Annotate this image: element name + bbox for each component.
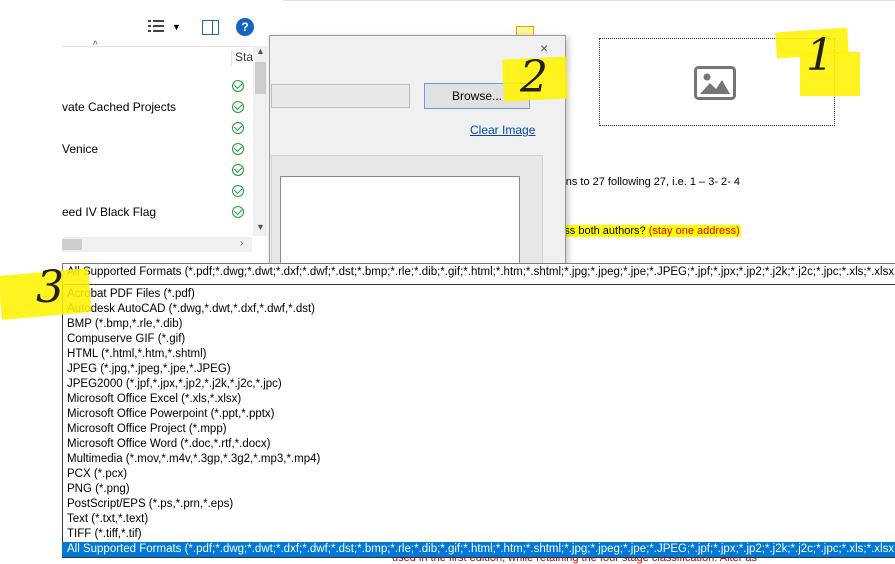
format-option[interactable]: PCX (*.pcx) xyxy=(62,467,895,482)
format-option[interactable]: Compuserve GIF (*.gif) xyxy=(62,332,895,347)
chevron-down-icon[interactable]: ▼ xyxy=(172,22,181,32)
scroll-right-icon[interactable]: › xyxy=(240,238,243,249)
format-option[interactable]: HTML (*.html,*.htm,*.shtml) xyxy=(62,347,895,362)
format-option[interactable]: BMP (*.bmp,*.rle,*.dib) xyxy=(62,317,895,332)
scrollbar-thumb[interactable] xyxy=(255,62,266,94)
checkmark-circle-icon xyxy=(232,206,244,218)
annotation-marker-2: 2 xyxy=(520,52,548,103)
view-options-icon[interactable] xyxy=(148,20,164,32)
format-option[interactable]: Microsoft Office Powerpoint (*.ppt,*.ppt… xyxy=(62,407,895,422)
horizontal-scrollbar[interactable] xyxy=(62,237,252,252)
annotation-marker-1: 1 xyxy=(806,30,834,81)
format-option[interactable]: Autodesk AutoCAD (*.dwg,*.dwt,*.dxf,*.dw… xyxy=(62,302,895,317)
checkmark-circle-icon xyxy=(232,80,244,92)
list-item[interactable]: vate Cached Projects xyxy=(62,100,176,114)
document-edge xyxy=(283,0,895,1)
clear-image-link[interactable]: Clear Image xyxy=(470,123,535,137)
preview-pane-icon[interactable] xyxy=(202,20,219,35)
format-option[interactable]: Microsoft Office Excel (*.xls,*.xlsx) xyxy=(62,392,895,407)
annotation-marker-3: 3 xyxy=(36,262,64,313)
format-option-selected[interactable]: All Supported Formats (*.pdf;*.dwg;*.dwt… xyxy=(62,542,895,557)
checkmark-circle-icon xyxy=(232,185,244,197)
image-icon xyxy=(694,66,736,100)
format-option[interactable]: TIFF (*.tiff,*.tif) xyxy=(62,527,895,542)
list-item[interactable]: Venice xyxy=(62,142,98,156)
format-option[interactable]: PostScript/EPS (*.ps,*.prn,*.eps) xyxy=(62,497,895,512)
document-highlighted-text: resss both authors? (stay one address) xyxy=(548,225,741,237)
list-item[interactable]: eed IV Black Flag xyxy=(62,205,156,219)
format-option[interactable]: Text (*.txt,*.text) xyxy=(62,512,895,527)
format-option[interactable]: Acrobat PDF Files (*.pdf) xyxy=(62,287,895,302)
format-option[interactable]: JPEG2000 (*.jpf,*.jpx,*.jp2,*.j2k,*.j2c,… xyxy=(62,377,895,392)
format-option[interactable]: Microsoft Office Word (*.doc,*.rtf,*.doc… xyxy=(62,437,895,452)
document-text-red: (stay one address) xyxy=(648,225,740,237)
scroll-up-icon[interactable]: ▲ xyxy=(256,46,265,56)
format-option[interactable]: Microsoft Office Project (*.mpp) xyxy=(62,422,895,437)
checkmark-circle-icon xyxy=(232,143,244,155)
format-option[interactable]: Multimedia (*.mov,*.m4v,*.3gp,*.3g2,*.mp… xyxy=(62,452,895,467)
scroll-down-icon[interactable]: ▼ xyxy=(256,222,265,232)
checkmark-circle-icon xyxy=(232,164,244,176)
format-option[interactable]: JPEG (*.jpg,*.jpeg,*.jpe,*.JPEG) xyxy=(62,362,895,377)
file-format-selected-value: All Supported Formats (*.pdf;*.dwg;*.dwt… xyxy=(67,266,895,278)
help-icon[interactable]: ? xyxy=(236,18,254,36)
document-text-line: ations to 27 following 27, i.e. 1 – 3- 2… xyxy=(548,176,741,188)
checkmark-circle-icon xyxy=(232,122,244,134)
checkmark-circle-icon xyxy=(232,101,244,113)
format-option[interactable]: PNG (*.png) xyxy=(62,482,895,497)
column-header-divider xyxy=(62,46,262,47)
image-preview-area xyxy=(280,176,520,265)
file-path-input[interactable] xyxy=(271,84,410,108)
scrollbar-thumb[interactable] xyxy=(62,239,82,250)
